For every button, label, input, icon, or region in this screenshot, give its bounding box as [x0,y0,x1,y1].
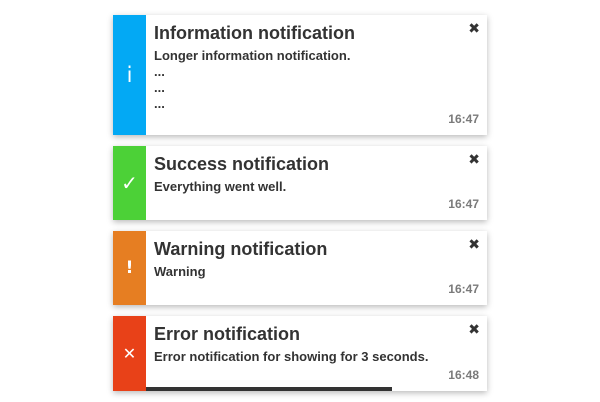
error-notification-title: Error notification [154,324,301,344]
close-icon[interactable]: ✖ [468,153,480,167]
error-notification[interactable]: ✕ Error notification Error notification … [113,316,487,391]
error-x-icon: ✕ [122,343,137,363]
message-line: ... [154,80,165,95]
info-notification[interactable]: i Information notification Longer inform… [113,15,487,135]
warning-notification-body: Warning notification Warning ✖ 16:47 [146,231,487,305]
message-line: ... [154,96,165,111]
info-notification-message: Longer information notification. ... ...… [154,48,457,112]
notification-time: 16:47 [448,197,479,211]
notification-time: 16:47 [448,112,479,126]
message-line: Everything went well. [154,179,287,194]
info-notification-title: Information notification [154,23,355,43]
info-color-bar: i [113,15,146,135]
error-notification-message: Error notification for showing for 3 sec… [154,349,457,365]
success-notification[interactable]: ✓ Success notification Everything went w… [113,146,487,220]
success-color-bar: ✓ [113,146,146,220]
close-icon[interactable]: ✖ [468,238,480,252]
message-line: Error notification for showing for 3 sec… [154,349,429,364]
dismiss-progress-bar [146,387,392,391]
close-icon[interactable]: ✖ [468,22,480,36]
notification-time: 16:47 [448,282,479,296]
checkmark-icon: ✓ [121,171,138,195]
warning-notification[interactable]: ! Warning notification Warning ✖ 16:47 [113,231,487,305]
close-icon[interactable]: ✖ [468,323,480,337]
notification-stack: i Information notification Longer inform… [113,15,487,402]
info-icon: i [126,62,133,87]
exclamation-icon: ! [125,257,134,278]
info-notification-body: Information notification Longer informat… [146,15,487,135]
success-notification-body: Success notification Everything went wel… [146,146,487,220]
message-line: ... [154,64,165,79]
warning-notification-message: Warning [154,264,457,280]
success-notification-message: Everything went well. [154,179,457,195]
message-line: Warning [154,264,206,279]
error-notification-body: Error notification Error notification fo… [146,316,487,391]
message-line: Longer information notification. [154,48,351,63]
notification-time: 16:48 [448,368,479,382]
success-notification-title: Success notification [154,154,330,174]
warning-notification-title: Warning notification [154,239,328,259]
error-color-bar: ✕ [113,316,146,391]
warning-color-bar: ! [113,231,146,305]
